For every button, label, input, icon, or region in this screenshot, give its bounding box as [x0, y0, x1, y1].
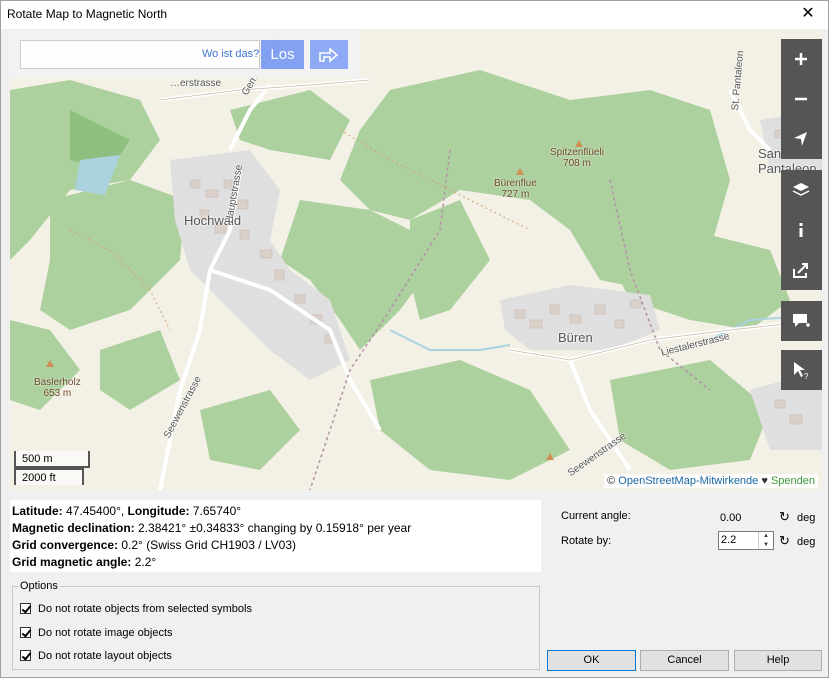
rotate-map-dialog: Rotate Map to Magnetic North ✕ Hochwald …	[0, 0, 829, 678]
search-go-button[interactable]: Los	[261, 40, 304, 69]
osm-contributors-link[interactable]: OpenStreetMap-Mitwirkende	[618, 475, 758, 487]
scale-metric: 500 m	[14, 451, 90, 468]
svg-text:?: ?	[804, 372, 809, 380]
no-rotate-images-checkbox[interactable]	[20, 627, 31, 638]
no-rotate-symbols-checkbox[interactable]	[20, 603, 31, 614]
zoom-out-icon	[795, 97, 807, 101]
current-angle-value: 0.00	[720, 512, 742, 524]
reset-current-angle-icon[interactable]: ↻	[779, 509, 790, 525]
donate-link[interactable]: Spenden	[771, 475, 815, 487]
place-label-bueren: Büren	[558, 330, 593, 345]
add-note-button[interactable]	[781, 301, 822, 341]
rotate-by-label: Rotate by:	[561, 535, 612, 547]
title-bar: Rotate Map to Magnetic North ✕	[1, 1, 828, 29]
longitude-value: 7.65740°	[192, 504, 242, 518]
no-rotate-layout-checkbox[interactable]	[20, 650, 31, 661]
scale-imperial: 2000 ft	[14, 468, 84, 485]
peak-label-baslerholz: Baslerholz 653 m	[34, 377, 81, 399]
peak-label-spitzenflueli: Spitzenflüeli 708 m	[550, 147, 604, 169]
share-icon	[793, 263, 808, 278]
no-rotate-symbols-label[interactable]: Do not rotate objects from selected symb…	[38, 603, 252, 615]
info-button[interactable]	[781, 210, 822, 250]
help-button[interactable]: Help	[734, 650, 822, 671]
share-button[interactable]	[781, 250, 822, 290]
coordinates-line: Latitude: 47.45400°, Longitude: 7.65740°	[12, 504, 242, 518]
note-icon	[793, 314, 810, 327]
query-icon: ?	[794, 362, 809, 380]
window-title: Rotate Map to Magnetic North	[7, 7, 168, 21]
map-attribution: © OpenStreetMap-Mitwirkende ♥ Spenden	[604, 474, 818, 488]
no-rotate-layout-label[interactable]: Do not rotate layout objects	[38, 650, 172, 662]
query-features-button[interactable]: ?	[781, 350, 822, 390]
spin-up-icon[interactable]: ▲	[759, 532, 773, 540]
convergence-line: Grid convergence: 0.2° (Swiss Grid CH190…	[12, 538, 297, 552]
route-button[interactable]	[310, 40, 348, 69]
locate-button[interactable]	[781, 119, 822, 159]
ok-button[interactable]: OK	[547, 650, 636, 671]
rotate-by-spinbox[interactable]: 2.2 ▲ ▼	[718, 531, 774, 550]
options-legend: Options	[18, 580, 60, 592]
latitude-value: 47.45400°,	[66, 504, 125, 518]
zoom-in-button[interactable]	[781, 39, 822, 79]
convergence-value: 0.2° (Swiss Grid CH1903 / LV03)	[121, 538, 297, 552]
info-icon	[799, 223, 803, 237]
route-arrow-icon	[319, 47, 339, 63]
options-group: Options Do not rotate objects from selec…	[12, 580, 540, 670]
grid-angle-value: 2.2°	[134, 555, 157, 569]
map-view[interactable]: Hochwald Büren Sankt Pantaleon Spitzenfl…	[10, 30, 822, 490]
heart-icon: ♥	[761, 475, 768, 487]
no-rotate-images-label[interactable]: Do not rotate image objects	[38, 627, 173, 639]
search-hint-link[interactable]: Wo ist das?	[202, 48, 259, 60]
declination-line: Magnetic declination: 2.38421° ±0.34833°…	[12, 521, 412, 535]
close-icon[interactable]: ✕	[788, 1, 828, 29]
location-info-panel: Latitude: 47.45400°, Longitude: 7.65740°…	[10, 500, 541, 572]
peak-label-buerenflue: Bürenflue 727 m	[494, 178, 537, 200]
declination-value: 2.38421° ±0.34833° changing by 0.15918° …	[138, 521, 412, 535]
locate-icon	[794, 132, 807, 146]
rotate-by-input[interactable]: 2.2	[721, 534, 736, 546]
map-search-bar: Wo ist das? Los	[10, 30, 360, 78]
zoom-in-icon	[795, 53, 807, 65]
reset-rotate-by-icon[interactable]: ↻	[779, 533, 790, 549]
spin-down-icon[interactable]: ▼	[759, 541, 773, 549]
current-angle-unit: deg	[797, 512, 816, 524]
zoom-out-button[interactable]	[781, 79, 822, 119]
layers-button[interactable]	[781, 170, 822, 210]
rotate-by-unit: deg	[797, 536, 816, 548]
grid-angle-line: Grid magnetic angle: 2.2°	[12, 555, 157, 569]
layers-icon	[792, 183, 810, 196]
road-label-prefix: …erstrasse	[170, 78, 222, 89]
map-tiles	[10, 30, 822, 490]
current-angle-label: Current angle:	[561, 510, 631, 522]
cancel-button[interactable]: Cancel	[640, 650, 729, 671]
spin-buttons: ▲ ▼	[758, 532, 773, 549]
